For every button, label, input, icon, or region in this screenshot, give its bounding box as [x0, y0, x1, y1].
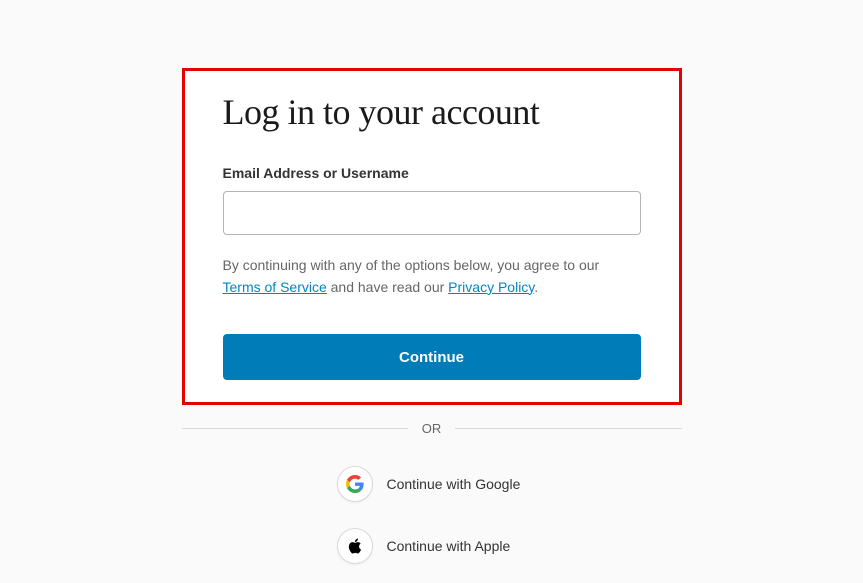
terms-text: By continuing with any of the options be… — [223, 255, 641, 298]
continue-with-apple-button[interactable]: Continue with Apple — [327, 522, 537, 570]
email-label: Email Address or Username — [223, 165, 641, 181]
apple-icon — [337, 528, 373, 564]
divider-line-right — [455, 428, 681, 429]
terms-middle: and have read our — [327, 279, 448, 295]
terms-suffix: . — [534, 279, 538, 295]
terms-prefix: By continuing with any of the options be… — [223, 257, 600, 273]
google-button-label: Continue with Google — [387, 476, 527, 492]
divider: OR — [182, 421, 682, 436]
divider-line-left — [182, 428, 408, 429]
terms-of-service-link[interactable]: Terms of Service — [223, 279, 327, 295]
login-form-box: Log in to your account Email Address or … — [182, 68, 682, 405]
google-icon — [337, 466, 373, 502]
continue-button[interactable]: Continue — [223, 334, 641, 380]
apple-button-label: Continue with Apple — [387, 538, 527, 554]
privacy-policy-link[interactable]: Privacy Policy — [448, 279, 534, 295]
page-title: Log in to your account — [223, 91, 641, 133]
login-container: Log in to your account Email Address or … — [182, 0, 682, 570]
divider-label: OR — [408, 421, 456, 436]
email-input[interactable] — [223, 191, 641, 235]
continue-with-google-button[interactable]: Continue with Google — [327, 460, 537, 508]
